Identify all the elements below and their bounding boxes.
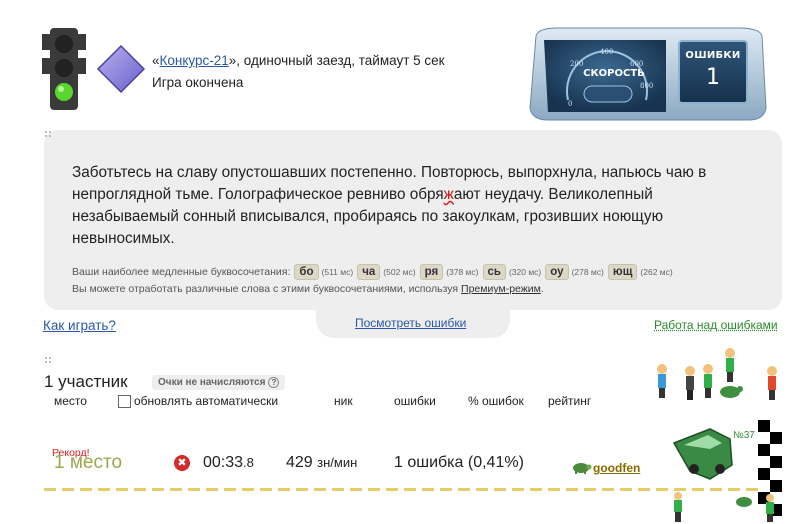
race-car-icon	[672, 428, 733, 480]
errors-count: 1	[706, 65, 720, 90]
premium-line: Вы можете отработать различные слова с э…	[72, 283, 544, 295]
car-number: №37	[733, 430, 755, 441]
help-icon[interactable]: ?	[268, 377, 280, 388]
slow-combo: бо (511 мс)	[294, 264, 353, 280]
error-letter: ж	[443, 186, 454, 203]
auto-update-checkbox[interactable]	[118, 395, 131, 408]
combo-ms: (262 мс)	[640, 267, 673, 277]
quote-open: «	[152, 53, 160, 68]
slow-combo: ющ (262 мс)	[607, 264, 673, 280]
slow-combo: ча (502 мс)	[357, 264, 416, 280]
premium-end: .	[540, 283, 544, 295]
race-description: «Конкурс-21», одиночный заезд, таймаут 5…	[152, 50, 445, 72]
race-time: 00:33.8	[203, 454, 254, 472]
bottom-spectators-icon	[674, 492, 774, 522]
slow-combos-label: Ваши наиболее медленные буквосочетания:	[72, 266, 291, 278]
gauge-tick-800: 800	[640, 82, 653, 90]
player-nick-link[interactable]: goodfen	[593, 461, 640, 475]
errors-title: ОШИБКИ	[685, 50, 741, 61]
race-time-main: 00:33	[203, 454, 244, 471]
race-description-text: », одиночный заезд, таймаут 5 сек	[228, 53, 445, 68]
premium-mode-link[interactable]: Премиум-режим	[461, 283, 541, 295]
game-type-diamond-icon	[96, 44, 146, 94]
col-rating: рейтинг	[548, 394, 592, 408]
combo-chip: ча	[357, 264, 381, 280]
track-line	[44, 488, 760, 491]
no-points-badge: Очки не начисляются?	[152, 375, 286, 390]
place-label: 1 место	[54, 452, 123, 473]
spectators-icon	[657, 348, 777, 400]
error-x-icon: ✖	[174, 455, 190, 471]
how-to-play-link[interactable]: Как играть?	[43, 318, 116, 333]
typing-speed: 429 зн/мин	[286, 454, 357, 472]
combo-ms: (278 мс)	[571, 267, 604, 277]
turtle-rank-icon	[573, 463, 592, 474]
speed-label: СКОРОСТЬ	[583, 68, 645, 79]
slow-combo: сь (320 мс)	[482, 264, 542, 280]
speed-unit: зн/мин	[317, 455, 358, 470]
gauge-tick-200: 200	[570, 60, 583, 68]
game-status: Игра окончена	[152, 75, 244, 90]
combo-ms: (502 мс)	[383, 267, 416, 277]
col-nick: ник	[334, 394, 353, 408]
combo-chip: сь	[482, 264, 506, 280]
typed-text: Заботьтесь на славу опустошавших постепе…	[72, 162, 732, 250]
error-summary: 1 ошибка (0,41%)	[394, 454, 524, 471]
combo-ms: (511 мс)	[321, 267, 354, 277]
col-auto-update: обновлять автоматически	[134, 394, 279, 408]
gauge-tick-400: 400	[600, 48, 613, 56]
competition-link[interactable]: Конкурс-21	[160, 53, 229, 68]
slow-combo: оу (278 мс)	[545, 264, 604, 280]
work-on-errors-link[interactable]: Работа над ошибками	[654, 318, 778, 332]
drag-dots-icon	[45, 357, 51, 363]
combo-ms: (378 мс)	[446, 267, 479, 277]
col-place: место	[54, 394, 87, 408]
col-errors: ошибки	[394, 394, 436, 408]
errors-counter: ОШИБКИ 1	[678, 40, 748, 104]
premium-text: Вы можете отработать различные слова с э…	[72, 283, 462, 295]
gauge-tick-0: 0	[568, 100, 572, 108]
participants-count: 1 участник	[44, 372, 128, 391]
race-info: «Конкурс-21», одиночный заезд, таймаут 5…	[152, 50, 445, 94]
combo-chip: ря	[419, 264, 444, 280]
combo-chip: бо	[294, 264, 319, 280]
drag-dots-icon	[45, 131, 51, 137]
race-time-fraction: .8	[243, 455, 254, 470]
combo-ms: (320 мс)	[508, 267, 542, 277]
slow-combos: Ваши наиболее медленные буквосочетания: …	[72, 264, 673, 280]
no-points-text: Очки не начисляются	[158, 377, 266, 388]
speed-value: 429	[286, 454, 313, 471]
gauge-tick-600: 600	[630, 60, 643, 68]
view-errors-link[interactable]: Посмотреть ошибки	[355, 316, 466, 330]
col-error-pct: % ошибок	[468, 394, 524, 408]
combo-chip: ющ	[607, 264, 638, 280]
combo-chip: оу	[545, 264, 569, 280]
traffic-light-icon	[42, 28, 86, 110]
slow-combo: ря (378 мс)	[419, 264, 479, 280]
